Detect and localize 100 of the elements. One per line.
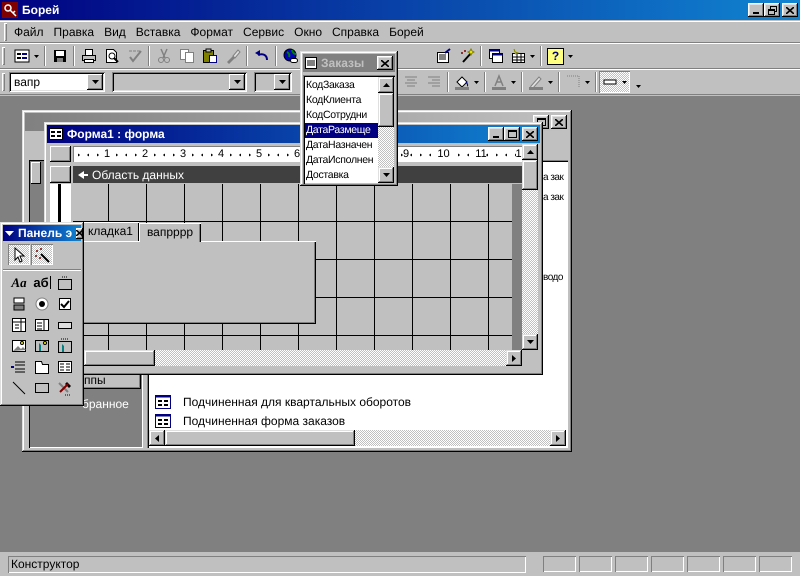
list-item[interactable]: а зак [543,192,564,203]
scrollbar-thumb[interactable] [84,350,155,366]
subform-icon [57,358,73,374]
properties-icon[interactable] [436,48,452,64]
dropdown-arrow-icon[interactable] [530,54,535,58]
toolbar-options-icon[interactable] [636,84,641,88]
scrollbar-thumb[interactable] [522,160,538,190]
dropdown-arrow-icon[interactable] [34,54,39,58]
field-list-item[interactable]: ДатаНазначен [305,138,378,153]
form-view-icon[interactable] [14,48,30,64]
menu-item[interactable]: Файл [9,25,49,39]
dropdown-arrow-icon[interactable] [568,54,573,58]
save-icon[interactable] [52,48,68,64]
collapse-icon[interactable] [5,230,14,236]
printer-icon[interactable] [80,48,96,64]
field-list-item[interactable]: ДатаИсполнен [305,153,378,168]
close-button[interactable] [522,127,538,141]
close-button[interactable] [377,56,393,70]
list-item[interactable]: водо [543,272,563,283]
globe-icon[interactable] [282,48,298,64]
clipboard-icon[interactable] [202,48,218,64]
close-button[interactable] [76,228,84,238]
scroll-down-button[interactable] [378,167,394,183]
close-button[interactable] [782,3,798,17]
arrow-left-icon [155,434,159,442]
new-table-icon[interactable] [510,48,526,64]
textbox-tool[interactable]: аб [31,272,53,293]
tab[interactable]: кладка1 [82,222,139,241]
field-list-item[interactable]: Доставка [305,168,378,183]
favorites-label[interactable]: бранное [82,397,129,411]
checkbox-icon [57,296,73,312]
dropdown-arrow-icon[interactable] [585,80,590,84]
field-list-item[interactable]: КодЗаказа [305,78,378,93]
minimize-button[interactable] [748,3,764,17]
pagebreak-icon [11,358,27,374]
scroll-right-button[interactable] [506,350,522,366]
dropdown-arrow-icon[interactable] [511,80,516,84]
menu-item[interactable]: Вставка [130,25,186,39]
maximize-icon [508,130,516,138]
line-icon [11,380,27,396]
preview-icon[interactable] [104,48,120,64]
arrow-up-icon [382,83,390,87]
form-selector[interactable] [50,146,71,162]
tab[interactable]: вапрррр [138,223,202,242]
object-combo[interactable]: вапр [9,72,105,92]
window-title: Панель э [18,226,72,240]
spelling-check-icon[interactable] [126,48,142,64]
restore-button[interactable] [764,3,780,17]
copy-icon[interactable] [178,48,194,64]
pointer-tool[interactable] [8,244,30,265]
window-title: Заказы [321,56,364,70]
arrow-right-icon [556,434,560,442]
menu-item[interactable]: Справка [327,25,384,39]
dropdown-arrow-icon[interactable] [548,80,553,84]
objects-button[interactable] [31,162,41,184]
option-icon [34,296,50,312]
menu-item[interactable]: Борей [384,25,429,39]
maximize-button[interactable] [504,127,520,141]
menu-item[interactable]: Формат [185,25,238,39]
size-combo[interactable] [254,72,292,92]
dropdown-arrow-icon [278,80,286,84]
font-combo[interactable] [112,72,247,92]
section-title: Область данных [92,168,184,182]
wizard-tool[interactable] [31,244,53,265]
dropdown-arrow-icon[interactable] [622,80,627,84]
scrollbar-thumb[interactable] [165,430,355,446]
status-panel [543,556,576,572]
arrow-down-icon [526,340,534,344]
combo-icon [11,316,27,332]
windows-icon[interactable] [488,48,504,64]
scroll-left-button[interactable] [149,430,165,446]
menu-item[interactable]: Вид [99,25,131,39]
scroll-up-button[interactable] [378,77,394,93]
scroll-up-button[interactable] [522,144,538,160]
section-icon [77,170,89,180]
scrollbar-thumb[interactable] [378,93,394,127]
table-icon [305,57,317,69]
section-selector[interactable] [50,166,71,183]
list-item[interactable]: Подчиненная для квартальных оборотов [183,394,412,408]
scroll-right-button[interactable] [550,430,566,446]
menu-item[interactable]: Сервис [238,25,290,39]
paint-bucket-icon[interactable] [454,74,470,90]
brush-icon[interactable] [224,48,240,64]
menu-item[interactable]: Правка [48,25,100,39]
field-list-item[interactable]: ДатаРазмеще [305,123,378,138]
field-list-item[interactable]: КодКлиента [305,93,378,108]
dropdown-arrow-icon[interactable] [474,80,479,84]
list-item[interactable]: а зак [543,172,564,183]
label-tool[interactable]: Aa [8,272,30,293]
menu-item[interactable]: Окно [289,25,328,39]
minimize-button[interactable] [488,127,504,141]
font-color-icon[interactable] [491,74,507,90]
field-list-item[interactable]: КодСотрудни [305,108,378,123]
scroll-down-button[interactable] [522,334,538,350]
wand-icon[interactable] [458,48,474,64]
arrow-right-icon [512,354,516,362]
dropdown-arrow-icon [234,80,240,84]
status-panel [615,556,648,572]
list-item[interactable]: Подчиненная форма заказов [183,414,346,428]
help-button[interactable]: ? [547,48,564,64]
